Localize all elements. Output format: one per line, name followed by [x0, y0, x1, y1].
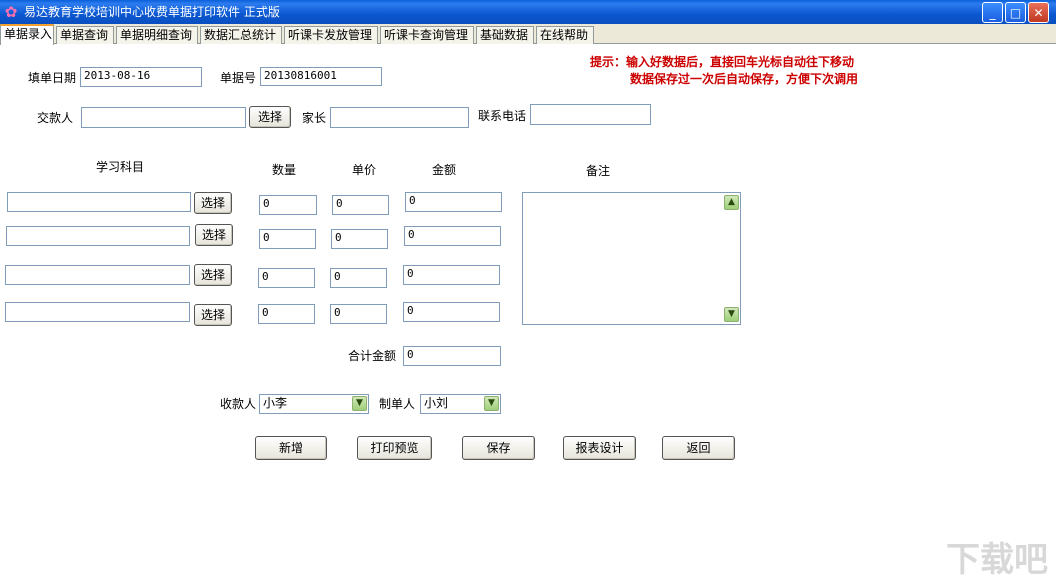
scroll-up-icon[interactable]: ▲ — [724, 195, 739, 210]
price-field-3[interactable]: 0 — [330, 268, 387, 288]
total-field[interactable]: 0 — [403, 346, 501, 366]
amount-field-2[interactable]: 0 — [404, 226, 501, 246]
date-field[interactable]: 2013-08-16 — [80, 67, 202, 87]
chevron-down-icon[interactable]: ▼ — [484, 396, 499, 411]
new-button[interactable]: 新增 — [255, 436, 327, 460]
maximize-button[interactable]: □ — [1005, 2, 1026, 23]
qty-field-4[interactable]: 0 — [258, 304, 315, 324]
tab-bill-detail-query[interactable]: 单据明细查询 — [116, 26, 198, 44]
qty-field-3[interactable]: 0 — [258, 268, 315, 288]
tab-data-summary[interactable]: 数据汇总统计 — [200, 26, 282, 44]
tab-base-data[interactable]: 基础数据 — [476, 26, 534, 44]
subject-choose-button-4[interactable]: 选择 — [194, 304, 232, 326]
maker-value: 小刘 — [424, 396, 449, 410]
tab-bill-query[interactable]: 单据查询 — [56, 26, 114, 44]
subject-field-2[interactable] — [6, 226, 190, 246]
bill-number-field[interactable]: 20130816001 — [260, 67, 382, 86]
amount-field-3[interactable]: 0 — [403, 265, 500, 285]
subject-field-4[interactable] — [5, 302, 190, 322]
phone-label: 联系电话 — [478, 109, 527, 123]
close-button[interactable]: ✕ — [1028, 2, 1049, 23]
receiver-value: 小李 — [263, 396, 288, 410]
date-label: 填单日期 — [28, 71, 77, 85]
bill-number-label: 单据号 — [220, 71, 257, 85]
price-field-4[interactable]: 0 — [330, 304, 387, 324]
minimize-button[interactable]: _ — [982, 2, 1003, 23]
save-button[interactable]: 保存 — [462, 436, 535, 460]
receiver-select[interactable]: 小李 ▼ — [259, 394, 369, 414]
payer-field[interactable] — [81, 107, 246, 128]
report-design-button[interactable]: 报表设计 — [563, 436, 636, 460]
remarks-column-header: 备注 — [586, 164, 611, 178]
window-title: 易达教育学校培训中心收费单据打印软件 正式版 — [24, 5, 280, 19]
tab-card-query[interactable]: 听课卡查询管理 — [380, 26, 474, 44]
back-button[interactable]: 返回 — [662, 436, 735, 460]
tab-card-issue[interactable]: 听课卡发放管理 — [284, 26, 378, 44]
subject-column-header: 学习科目 — [96, 160, 145, 174]
payer-choose-button[interactable]: 选择 — [249, 106, 291, 128]
qty-field-2[interactable]: 0 — [259, 229, 316, 249]
parent-label: 家长 — [302, 111, 327, 125]
subject-choose-button-2[interactable]: 选择 — [195, 224, 233, 246]
subject-field-3[interactable] — [5, 265, 190, 285]
chevron-down-icon[interactable]: ▼ — [352, 396, 367, 411]
print-preview-button[interactable]: 打印预览 — [357, 436, 432, 460]
price-field-1[interactable]: 0 — [332, 195, 389, 215]
amount-field-4[interactable]: 0 — [403, 302, 500, 322]
app-flower-icon: ✿ — [4, 3, 18, 21]
window-title-bar[interactable]: ✿ 易达教育学校培训中心收费单据打印软件 正式版 _ □ ✕ — [0, 0, 1056, 24]
price-column-header: 单价 — [352, 163, 377, 177]
price-field-2[interactable]: 0 — [331, 229, 388, 249]
amount-field-1[interactable]: 0 — [405, 192, 502, 212]
qty-field-1[interactable]: 0 — [259, 195, 317, 215]
watermark-logo: 下载吧 — [946, 540, 1048, 580]
receiver-label: 收款人 — [220, 397, 257, 411]
qty-column-header: 数量 — [272, 163, 297, 177]
maker-label: 制单人 — [379, 397, 416, 411]
parent-field[interactable] — [330, 107, 469, 128]
amount-column-header: 金额 — [432, 163, 457, 177]
maker-select[interactable]: 小刘 ▼ — [420, 394, 501, 414]
subject-field-1[interactable] — [7, 192, 191, 212]
tab-bill-entry[interactable]: 单据录入 — [0, 24, 54, 45]
scroll-down-icon[interactable]: ▼ — [724, 307, 739, 322]
tab-online-help[interactable]: 在线帮助 — [536, 26, 594, 44]
remarks-textarea[interactable]: ▲ ▼ — [522, 192, 741, 325]
hint-line-2: 数据保存过一次后自动保存，方便下次调用 — [630, 72, 859, 86]
payer-label: 交款人 — [37, 111, 74, 125]
subject-choose-button-3[interactable]: 选择 — [194, 264, 232, 286]
total-label: 合计金额 — [348, 349, 397, 363]
hint-line-1: 提示：输入好数据后，直接回车光标自动往下移动 — [590, 55, 855, 69]
phone-field[interactable] — [530, 104, 651, 125]
subject-choose-button-1[interactable]: 选择 — [194, 192, 232, 214]
